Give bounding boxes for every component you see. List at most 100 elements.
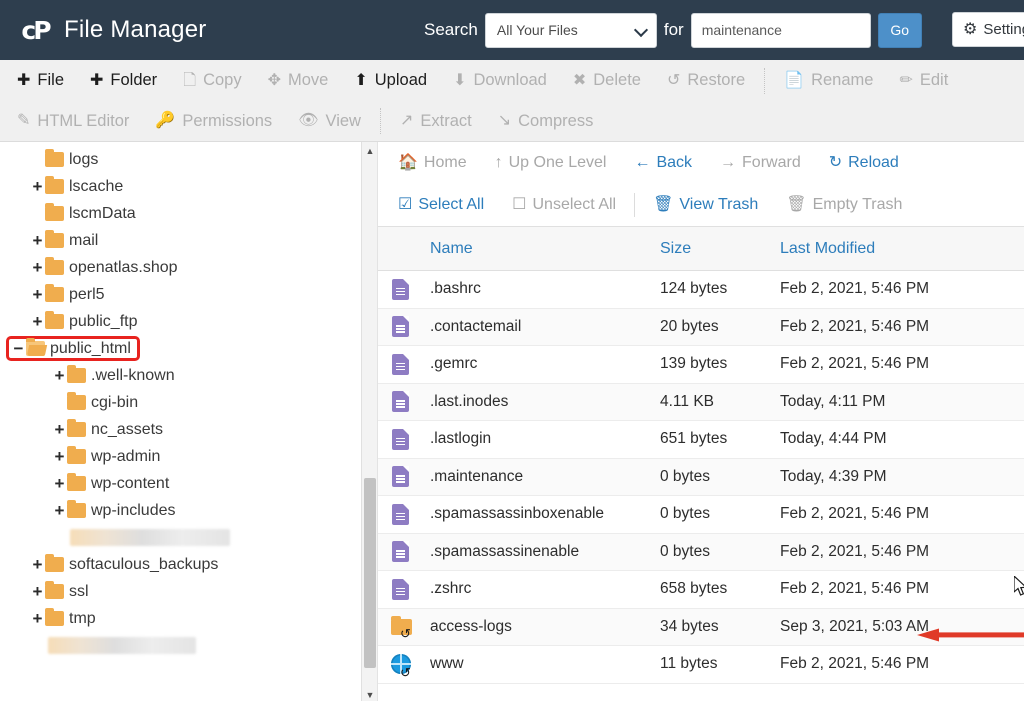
edit-button[interactable]: ✏ Edit (886, 60, 961, 101)
file-modified-cell: Feb 2, 2021, 5:46 PM (780, 318, 1024, 336)
tree-item-ssl[interactable]: +ssl (0, 578, 377, 605)
search-scope-select[interactable]: All Your Files (485, 13, 657, 48)
copy-button[interactable]: 🗋 Copy (170, 60, 254, 101)
new-file-button[interactable]: ✚ File (4, 60, 77, 101)
table-row[interactable]: .last.inodes4.11 KBToday, 4:11 PM (378, 384, 1024, 422)
view-trash-button[interactable]: 🗑 View Trash (639, 196, 772, 214)
download-button[interactable]: ⬇ Download (440, 60, 560, 101)
select-all-button[interactable]: ☑ Select All (384, 196, 498, 214)
empty-trash-button[interactable]: 🗑 Empty Trash (772, 196, 916, 214)
file-modified-cell: Today, 4:39 PM (780, 468, 1024, 486)
table-row[interactable]: ↺access-logs34 bytesSep 3, 2021, 5:03 AM (378, 609, 1024, 647)
tree-item-label: public_ftp (69, 314, 138, 330)
search-input[interactable]: maintenance (691, 13, 871, 48)
file-name-cell[interactable]: .lastlogin (430, 430, 660, 448)
name-column-header[interactable]: Name (430, 240, 660, 258)
unselect-all-button[interactable]: ☐ Unselect All (498, 196, 630, 214)
nav-row-2: ☑ Select All ☐ Unselect All 🗑 View Trash… (384, 184, 1018, 226)
permissions-button[interactable]: 🔑 Permissions (142, 101, 285, 141)
file-name-cell[interactable]: .last.inodes (430, 393, 660, 411)
tree-item-lscmData[interactable]: lscmData (0, 200, 377, 227)
tree-item-softaculous_backups[interactable]: +softaculous_backups (0, 551, 377, 578)
tree-item-logs[interactable]: logs (0, 146, 377, 173)
checkbox-empty-icon: ☐ (512, 197, 526, 213)
settings-button[interactable]: ⚙ Settings (952, 12, 1024, 47)
expand-toggle-icon[interactable]: + (52, 474, 67, 494)
up-one-level-button[interactable]: ↑ Up One Level (481, 154, 621, 172)
tree-item-lscache[interactable]: +lscache (0, 173, 377, 200)
file-name-cell[interactable]: .spamassassinboxenable (430, 505, 660, 523)
table-row[interactable]: .lastlogin651 bytesToday, 4:44 PM (378, 421, 1024, 459)
back-button[interactable]: ← Back (620, 154, 706, 172)
plus-icon: ✚ (17, 73, 30, 89)
home-button[interactable]: 🏠 Home (384, 154, 481, 172)
tree-item-.well-known[interactable]: +.well-known (0, 362, 377, 389)
tree-item-wp-includes[interactable]: +wp-includes (0, 497, 377, 524)
tree-item-label: openatlas.shop (69, 260, 178, 276)
delete-button[interactable]: ✖ Delete (560, 60, 654, 101)
file-name-cell[interactable]: .bashrc (430, 280, 660, 298)
tree-item-wp-content[interactable]: + wp-content (0, 470, 377, 497)
go-button[interactable]: Go (878, 13, 922, 48)
tree-item-perl5[interactable]: + perl5 (0, 281, 377, 308)
expand-toggle-icon[interactable]: + (30, 177, 45, 197)
file-name-cell[interactable]: .spamassassinenable (430, 543, 660, 561)
sidebar-scrollbar[interactable]: ▲ ▼ (361, 142, 377, 701)
tree-item-label: lscmData (69, 206, 136, 222)
expand-toggle-icon[interactable]: + (30, 231, 45, 251)
expand-toggle-icon[interactable]: + (52, 447, 67, 467)
reload-button[interactable]: ↻ Reload (815, 154, 913, 172)
view-button[interactable]: 👁 View (285, 101, 374, 141)
expand-toggle-icon[interactable]: + (52, 420, 67, 440)
tree-item-openatlas.shop[interactable]: + openatlas.shop (0, 254, 377, 281)
scrollbar-thumb[interactable] (364, 478, 376, 668)
tree-item-mail[interactable]: +mail (0, 227, 377, 254)
expand-toggle-icon[interactable]: + (30, 555, 45, 575)
forward-button[interactable]: → Forward (706, 154, 815, 172)
collapse-toggle-icon[interactable]: − (11, 339, 26, 359)
table-row[interactable]: .gemrc139 bytesFeb 2, 2021, 5:46 PM (378, 346, 1024, 384)
expand-toggle-icon[interactable]: + (52, 366, 67, 386)
expand-toggle-icon[interactable]: + (52, 501, 67, 521)
tree-item-wp-admin[interactable]: +wp-admin (0, 443, 377, 470)
table-row[interactable]: .contactemail20 bytesFeb 2, 2021, 5:46 P… (378, 309, 1024, 347)
arrow-right-icon: → (720, 155, 736, 171)
size-column-header[interactable]: Size (660, 240, 780, 258)
tree-item-cgi-bin[interactable]: cgi-bin (0, 389, 377, 416)
file-name-cell[interactable]: access-logs (430, 618, 660, 636)
tree-item-nc_assets[interactable]: +nc_assets (0, 416, 377, 443)
html-editor-button[interactable]: ✎ HTML Editor (4, 101, 142, 141)
table-row[interactable]: .zshrc658 bytesFeb 2, 2021, 5:46 PM (378, 571, 1024, 609)
file-name-cell[interactable]: .zshrc (430, 580, 660, 598)
expand-toggle-icon[interactable]: + (30, 582, 45, 602)
tree-item-public_html[interactable]: −public_html (0, 335, 377, 362)
expand-toggle-icon[interactable]: + (30, 285, 45, 305)
upload-button[interactable]: ⬆ Upload (341, 60, 440, 101)
modified-column-header[interactable]: Last Modified (780, 240, 1024, 258)
tree-item-label: perl5 (69, 287, 105, 303)
restore-button[interactable]: ↺ Restore (654, 60, 758, 101)
new-folder-button[interactable]: ✚ Folder (77, 60, 170, 101)
table-row[interactable]: .spamassassinboxenable0 bytesFeb 2, 2021… (378, 496, 1024, 534)
table-row[interactable]: .spamassassinenable0 bytesFeb 2, 2021, 5… (378, 534, 1024, 572)
tree-item-tmp[interactable]: +tmp (0, 605, 377, 632)
expand-toggle-icon[interactable]: + (30, 258, 45, 278)
rename-button[interactable]: 📄 Rename (771, 60, 886, 101)
scroll-down-arrow-icon[interactable]: ▼ (362, 686, 378, 701)
file-name-cell[interactable]: .gemrc (430, 355, 660, 373)
expand-toggle-icon[interactable]: + (30, 312, 45, 332)
tree-item-public_ftp[interactable]: + public_ftp (0, 308, 377, 335)
file-name-cell[interactable]: .contactemail (430, 318, 660, 336)
table-row[interactable]: ↺www11 bytesFeb 2, 2021, 5:46 PM (378, 646, 1024, 684)
move-button[interactable]: ✥ Move (255, 60, 342, 101)
scroll-up-arrow-icon[interactable]: ▲ (362, 142, 378, 159)
row-icon-cell (378, 579, 430, 600)
extract-button[interactable]: ↗ Extract (387, 101, 485, 141)
table-row[interactable]: .bashrc124 bytesFeb 2, 2021, 5:46 PM (378, 271, 1024, 309)
file-name-cell[interactable]: .maintenance (430, 468, 660, 486)
expand-toggle-icon[interactable]: + (30, 609, 45, 629)
compress-button[interactable]: ↘ Compress (485, 101, 607, 141)
tree-item-label: wp-content (91, 476, 169, 492)
table-row[interactable]: .maintenance0 bytesToday, 4:39 PM (378, 459, 1024, 497)
file-name-cell[interactable]: www (430, 655, 660, 673)
